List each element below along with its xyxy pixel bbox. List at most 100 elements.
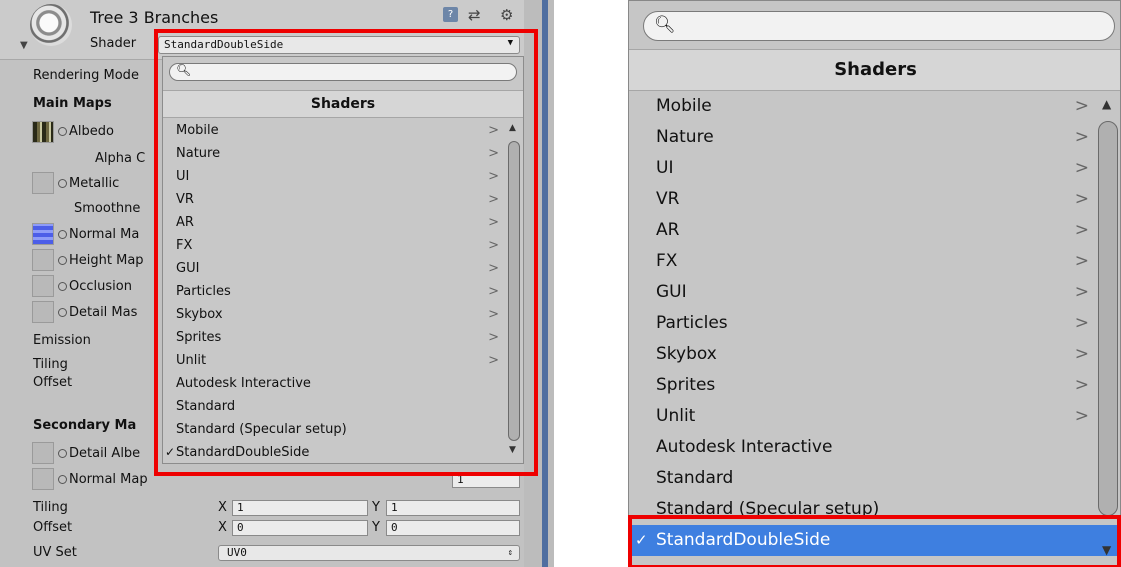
occlusion-label: Occlusion [58,279,132,294]
highlight-box-selected-item [628,515,1121,567]
scroll-thumb[interactable] [1098,121,1118,516]
tiling-y-label: Y [372,500,380,515]
tiling-y-field[interactable]: 1 [386,500,520,516]
object-title: Tree 3 Branches [90,8,219,27]
normal-map-label: Normal Ma [58,227,139,242]
smoothness-label: Smoothne [74,201,141,216]
object-picker-icon[interactable] [58,475,67,484]
shader-menu-item-label: Nature [656,127,714,147]
object-picker-icon[interactable] [58,256,67,265]
object-picker-icon[interactable] [58,282,67,291]
window-edge-bar [542,0,548,567]
emission-label: Emission [33,333,91,348]
gear-icon[interactable]: ⚙ [500,6,513,24]
tiling-label: Tiling [33,357,68,372]
shader-menu-item[interactable]: Skybox > [629,339,1099,370]
offset-y-label: Y [372,520,380,535]
shader-menu-item[interactable]: VR > [629,184,1099,215]
shader-menu-item-label: Unlit [656,406,696,426]
object-picker-icon[interactable] [58,179,67,188]
chevron-right-icon: > [1074,406,1089,426]
offset-label: Offset [33,375,73,390]
tiling-x-label: X [218,500,227,515]
shader-menu-item[interactable]: AR > [629,215,1099,246]
detail-mask-texture-slot[interactable] [32,301,54,323]
shader-menu-scrollbar[interactable]: ▲ ▼ [1096,91,1120,566]
chevron-right-icon: > [1074,251,1089,271]
shader-menu-item-label: Autodesk Interactive [656,437,833,457]
shader-menu-item[interactable]: Unlit > [629,401,1099,432]
rendering-mode-label: Rendering Mode [33,68,139,83]
shader-menu-item[interactable]: Particles > [629,308,1099,339]
chevron-right-icon: > [1074,282,1089,302]
albedo-texture-slot[interactable] [32,121,54,143]
highlight-box-dropdown [154,29,538,476]
shader-search-input[interactable]: 🔍︎ [643,11,1115,41]
shader-menu-item-label: Sprites [656,375,716,395]
alpha-label: Alpha C [95,151,146,166]
scroll-up-icon[interactable]: ▲ [1102,97,1111,111]
shader-menu-item[interactable]: Nature > [629,122,1099,153]
tree-object-icon [30,4,72,46]
offset-x-field[interactable]: 0 [232,520,368,536]
uv-set-value: UV0 [227,546,247,559]
shader-menu-item-label: Standard [656,468,734,488]
secondary-tiling-label: Tiling [33,500,68,515]
chevron-right-icon: > [1074,189,1089,209]
chevron-right-icon: > [1074,375,1089,395]
shader-menu-item[interactable]: Sprites > [629,370,1099,401]
chevron-right-icon: > [1074,127,1089,147]
shader-menu-item-label: FX [656,251,678,271]
detail-mask-label: Detail Mas [58,305,137,320]
shader-label: Shader [90,36,137,51]
foldout-arrow-icon[interactable]: ▼ [20,40,28,51]
shader-menu-item[interactable]: FX > [629,246,1099,277]
detail-albedo-label: Detail Albe [58,446,140,461]
shader-menu-item[interactable]: Standard [629,463,1099,494]
secondary-normal-map-label: Normal Map [58,472,148,487]
shader-menu-item[interactable]: GUI > [629,277,1099,308]
shader-menu-title: Shaders [629,49,1120,91]
main-maps-header: Main Maps [33,96,112,111]
shader-menu-item-label: VR [656,189,680,209]
preset-icon[interactable]: ⇄ [468,6,481,24]
object-picker-icon[interactable] [58,449,67,458]
chevron-right-icon: > [1074,313,1089,333]
shader-menu-item-label: GUI [656,282,687,302]
secondary-normal-texture-slot[interactable] [32,468,54,490]
shader-popup-zoomed: 🔍︎ Shaders Mobile > Nature > UI > VR > AR > FX > GUI… [628,0,1121,567]
shader-menu-item-label: Mobile [656,96,712,116]
albedo-label: Albedo [58,124,114,139]
uv-set-dropdown[interactable]: UV0 ⇕ [218,545,520,561]
shader-menu-list: Mobile > Nature > UI > VR > AR > FX > GUI > Particles >… [629,91,1120,556]
secondary-maps-header: Secondary Ma [33,418,137,433]
offset-x-label: X [218,520,227,535]
detail-albedo-texture-slot[interactable] [32,442,54,464]
uv-set-label: UV Set [33,545,77,560]
tiling-x-field[interactable]: 1 [232,500,368,516]
normal-map-texture-slot[interactable] [32,223,54,245]
shader-menu-item-label: AR [656,220,680,240]
occlusion-texture-slot[interactable] [32,275,54,297]
offset-y-field[interactable]: 0 [386,520,520,536]
object-picker-icon[interactable] [58,230,67,239]
metallic-texture-slot[interactable] [32,172,54,194]
shader-menu-item-label: UI [656,158,674,178]
chevron-right-icon: > [1074,220,1089,240]
chevron-right-icon: > [1074,344,1089,364]
chevron-right-icon: > [1074,158,1089,178]
shader-menu-item[interactable]: Autodesk Interactive [629,432,1099,463]
magnifier-icon: 🔍︎ [654,15,676,35]
shader-menu-item[interactable]: UI > [629,153,1099,184]
metallic-label: Metallic [58,176,119,191]
help-icon[interactable]: ? [443,7,458,22]
shader-menu-item[interactable]: Mobile > [629,91,1099,122]
object-picker-icon[interactable] [58,308,67,317]
height-map-label: Height Map [58,253,144,268]
secondary-offset-label: Offset [33,520,73,535]
height-map-texture-slot[interactable] [32,249,54,271]
object-picker-icon[interactable] [58,127,67,136]
updown-arrows-icon: ⇕ [507,548,513,558]
shader-menu-item-label: Skybox [656,344,717,364]
shader-menu-item-label: Particles [656,313,728,333]
